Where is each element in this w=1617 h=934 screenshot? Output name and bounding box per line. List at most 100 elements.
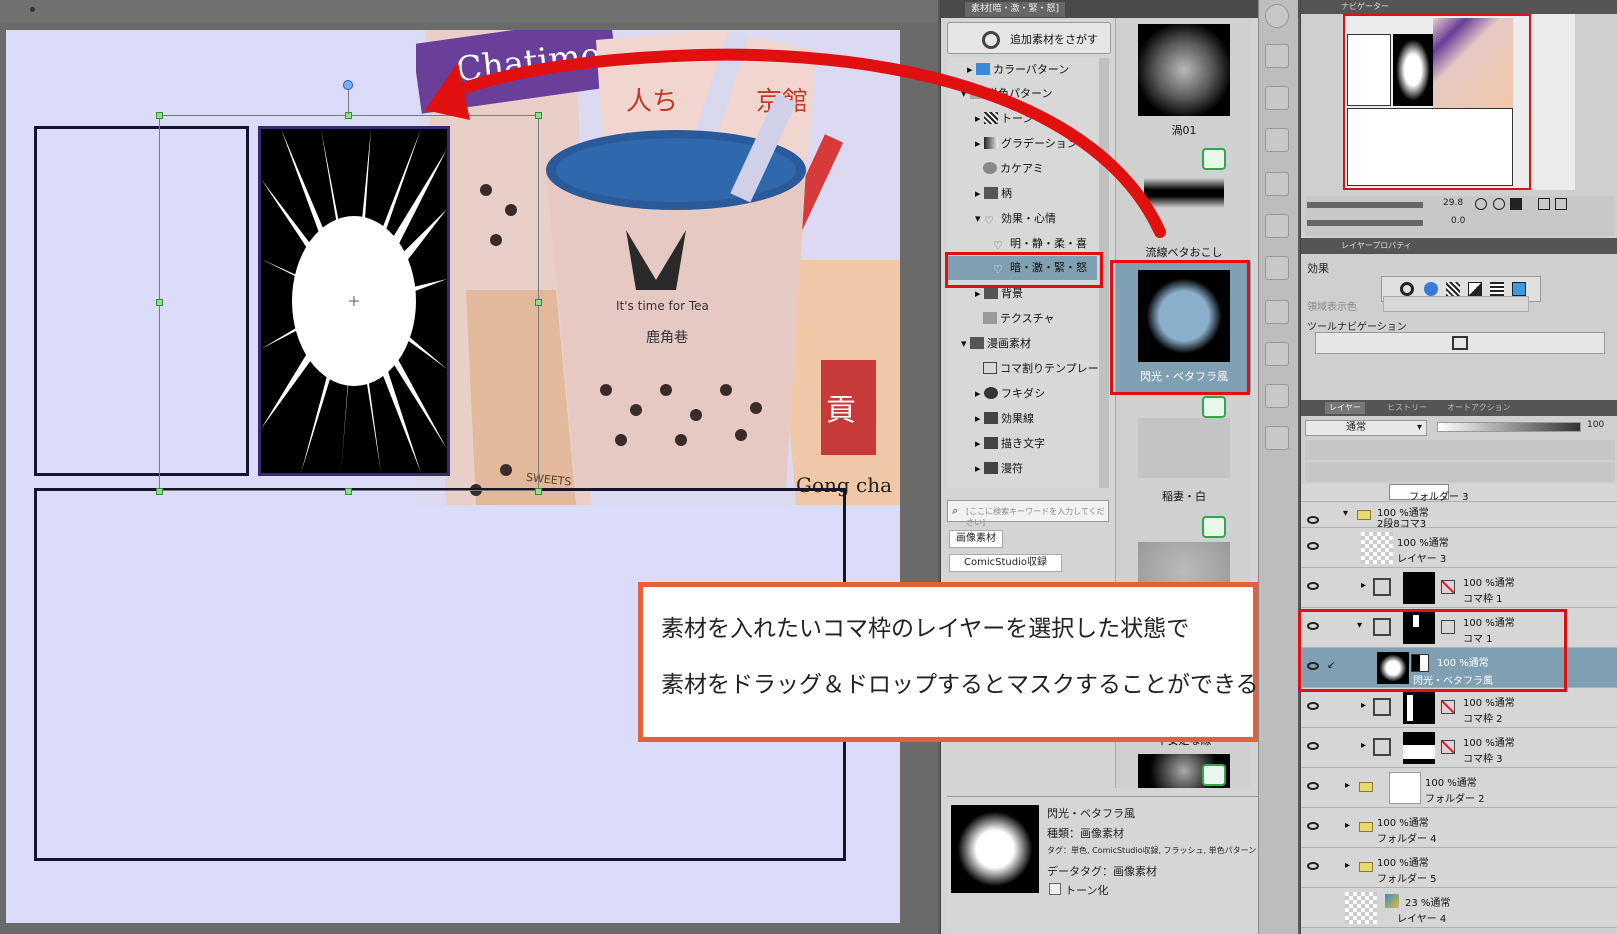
eye-icon[interactable] bbox=[1307, 782, 1319, 790]
eye-icon[interactable] bbox=[1307, 622, 1319, 630]
eye-icon[interactable] bbox=[1307, 742, 1319, 750]
tree-item-tone[interactable]: ▸ トーン bbox=[975, 107, 1033, 131]
thumb-senko-betafura[interactable] bbox=[1138, 270, 1230, 362]
eye-icon[interactable] bbox=[1307, 702, 1319, 710]
eye-icon[interactable] bbox=[1307, 516, 1319, 524]
eye-icon[interactable] bbox=[1307, 582, 1319, 590]
navigator-viewport[interactable] bbox=[1343, 14, 1531, 190]
navigator-preview[interactable] bbox=[1343, 14, 1575, 190]
download-icon[interactable] bbox=[1202, 516, 1226, 538]
tree-item-effect-lines[interactable]: ▸ 効果線 bbox=[975, 407, 1034, 431]
tone-effect-icon[interactable] bbox=[1446, 282, 1460, 296]
layer-row[interactable]: 23 %通常 レイヤー 4 bbox=[1301, 888, 1617, 928]
layer-row-selected[interactable]: ↙ 100 %通常 閃光・ベタフラ風 bbox=[1301, 648, 1617, 688]
tree-item-mono-pattern[interactable]: ▾ 単色パターン bbox=[961, 82, 1052, 106]
layer-row[interactable]: ▸ 100 %通常 コマ枠 1 bbox=[1301, 568, 1617, 608]
layer-icon[interactable] bbox=[1265, 214, 1289, 238]
mask-icon[interactable] bbox=[1441, 620, 1455, 634]
star-icon[interactable] bbox=[1265, 172, 1289, 196]
chevron-right-icon[interactable]: ▸ bbox=[1361, 740, 1366, 751]
eye-icon[interactable] bbox=[1307, 542, 1319, 550]
zoom-buttons[interactable] bbox=[1475, 198, 1613, 212]
selection-bounding-box[interactable] bbox=[159, 115, 539, 491]
layer-property-tab[interactable]: レイヤープロパティ bbox=[1301, 238, 1617, 254]
zoom-out-icon[interactable] bbox=[1475, 198, 1487, 210]
tree-item-kakeami[interactable]: カケアミ bbox=[983, 157, 1044, 181]
tree-item-texture[interactable]: テクスチャ bbox=[983, 307, 1055, 331]
thumb-inazuma[interactable] bbox=[1138, 418, 1230, 478]
layer-row[interactable]: ▸ 100 %通常 フォルダー 5 bbox=[1301, 848, 1617, 888]
tree-item-sound-text[interactable]: ▸ 描き文字 bbox=[975, 432, 1045, 456]
blend-mode-select[interactable]: 通常 ▾ bbox=[1305, 420, 1427, 436]
chevron-down-icon[interactable]: ▾ bbox=[1343, 508, 1348, 519]
search-input[interactable]: ⌕ [ここに検索キーワードを入力してください] bbox=[947, 500, 1109, 527]
layer-row[interactable]: ▾ 100 %通常 2段8コマ3 bbox=[1301, 502, 1617, 530]
layer-color-icon[interactable] bbox=[1512, 282, 1526, 296]
thumb-uzu01[interactable] bbox=[1138, 24, 1230, 116]
heart-icon[interactable] bbox=[1265, 44, 1289, 68]
tool-nav-button[interactable] bbox=[1315, 332, 1605, 354]
tree-item-frame-template[interactable]: コマ割りテンプレート bbox=[983, 357, 1110, 381]
tree-item-effect-emotion[interactable]: ▾ ♡ 効果・心情 bbox=[975, 207, 1056, 231]
tree-item-bright-calm[interactable]: ♡ 明・静・柔・喜 bbox=[993, 232, 1087, 256]
tree-item-dark-intense[interactable]: ♡ 暗・激・緊・怒 bbox=[947, 256, 1097, 280]
chevron-right-icon[interactable]: ▸ bbox=[1361, 580, 1366, 591]
find-more-materials-button[interactable]: 追加素材をさがす bbox=[947, 22, 1111, 54]
tree-item-manga-material[interactable]: ▾ 漫画素材 bbox=[961, 332, 1031, 356]
flip-icon[interactable] bbox=[1537, 198, 1550, 210]
zoom-slider[interactable] bbox=[1307, 202, 1423, 208]
tree-item-balloon[interactable]: ▸ フキダシ bbox=[975, 382, 1045, 406]
transform-handle[interactable] bbox=[345, 488, 352, 495]
layer-row[interactable]: 100 %通常 レイヤー 3 bbox=[1301, 528, 1617, 568]
layer-toolbar-1[interactable] bbox=[1305, 440, 1615, 460]
tree-item-color-pattern[interactable]: ▸ カラーパターン bbox=[967, 58, 1069, 82]
transform-handle[interactable] bbox=[156, 112, 163, 119]
zoom-in-icon[interactable] bbox=[1492, 198, 1505, 210]
threshold-icon[interactable] bbox=[1468, 282, 1482, 296]
manga-page[interactable]: Chatime 人ち 京館 貢 Gong cha SWEETS TAPIOCA bbox=[6, 30, 900, 923]
eye-icon[interactable] bbox=[1307, 822, 1319, 830]
tag-chip[interactable]: ComicStudio収録 bbox=[949, 554, 1062, 572]
tone-checkbox[interactable] bbox=[1049, 883, 1061, 895]
rotate-handle[interactable] bbox=[340, 77, 356, 93]
pattern-effect-icon[interactable] bbox=[1490, 282, 1504, 296]
layer-row[interactable]: ▸ 100 %通常 フォルダー 2 bbox=[1301, 768, 1617, 808]
layer-icon[interactable] bbox=[1265, 342, 1289, 366]
layer-icon[interactable] bbox=[1265, 86, 1289, 110]
material-tree[interactable]: ▸ カラーパターン ▾ 単色パターン ▸ トーン ▸ グラデーション カケアミ … bbox=[947, 58, 1110, 488]
navigator-tab[interactable]: ナビゲーター bbox=[1301, 0, 1617, 14]
chevron-right-icon[interactable]: ▸ bbox=[1361, 700, 1366, 711]
mask-disabled-icon[interactable] bbox=[1441, 700, 1455, 714]
rotate-slider[interactable] bbox=[1307, 220, 1423, 226]
chevron-down-icon[interactable]: ▾ bbox=[1357, 620, 1362, 631]
layer-row[interactable]: ▾ 100 %通常 コマ 1 bbox=[1301, 608, 1617, 648]
layer-list[interactable]: フォルダー 3 ▾ 100 %通常 2段8コマ3 100 %通常 レイヤー 3 … bbox=[1301, 484, 1617, 934]
transform-handle[interactable] bbox=[535, 299, 542, 306]
effect-icon[interactable] bbox=[1265, 256, 1289, 280]
layer-toolbar-2[interactable] bbox=[1305, 462, 1615, 482]
search-icon[interactable] bbox=[1265, 4, 1289, 28]
chevron-right-icon[interactable]: ▸ bbox=[1345, 820, 1350, 831]
download-icon[interactable] bbox=[1202, 764, 1226, 786]
tab-history[interactable]: ヒストリー bbox=[1387, 402, 1427, 414]
transform-handle[interactable] bbox=[535, 112, 542, 119]
image-icon[interactable] bbox=[1265, 300, 1289, 324]
border-effect-icon[interactable] bbox=[1400, 282, 1414, 296]
tree-item-pattern[interactable]: ▸ 柄 bbox=[975, 182, 1012, 206]
download-icon[interactable] bbox=[1202, 148, 1226, 170]
fit-icon[interactable] bbox=[1510, 198, 1522, 210]
tag-chip[interactable]: 画像素材 bbox=[949, 530, 1003, 548]
layer-row[interactable]: フォルダー 3 bbox=[1301, 484, 1617, 503]
mask-disabled-icon[interactable] bbox=[1441, 740, 1455, 754]
tree-item-manpu[interactable]: ▸ 漫符 bbox=[975, 457, 1023, 481]
eye-icon[interactable] bbox=[1307, 662, 1319, 670]
download-icon[interactable] bbox=[1202, 396, 1226, 418]
layer-row[interactable]: ▸ 100 %通常 フォルダー 4 bbox=[1301, 808, 1617, 848]
tree-item-gradation[interactable]: ▸ グラデーション bbox=[975, 132, 1078, 156]
chevron-right-icon[interactable]: ▸ bbox=[1345, 780, 1350, 791]
figure-icon[interactable] bbox=[1265, 426, 1289, 450]
opacity-slider[interactable] bbox=[1437, 422, 1581, 432]
flip-icon[interactable] bbox=[1555, 198, 1567, 210]
transform-handle[interactable] bbox=[156, 488, 163, 495]
layer-icon[interactable] bbox=[1265, 384, 1289, 408]
